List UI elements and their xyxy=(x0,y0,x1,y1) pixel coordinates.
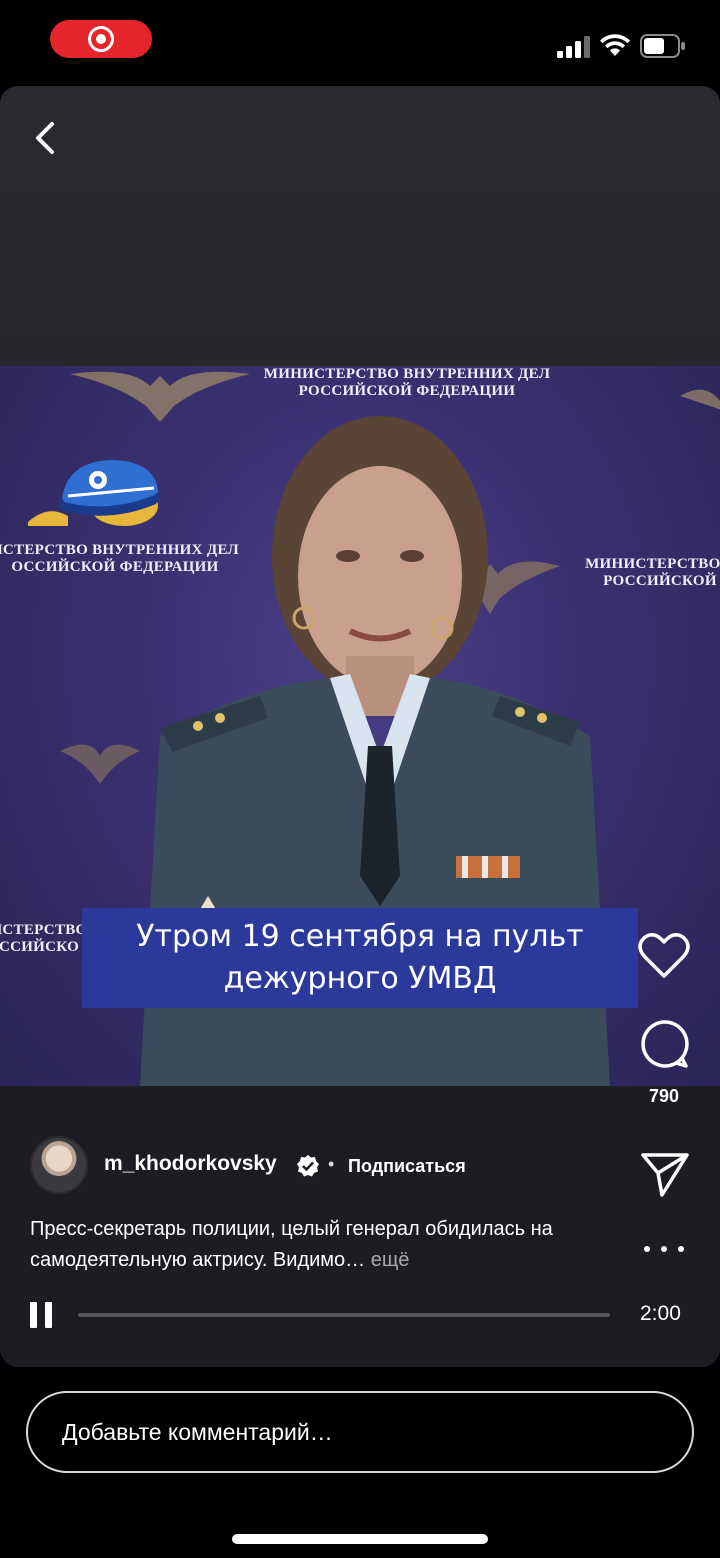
more-horizontal-icon[interactable] xyxy=(644,1236,684,1262)
avatar[interactable] xyxy=(30,1136,88,1194)
eagle-emblem-icon xyxy=(680,389,720,410)
police-cap-sticker-icon xyxy=(28,460,162,526)
pause-icon[interactable] xyxy=(30,1302,52,1328)
username[interactable]: m_khodorkovsky xyxy=(104,1152,277,1176)
post-description: Пресс-секретарь полиции, целый генерал о… xyxy=(30,1214,630,1276)
video-player[interactable]: МИНИСТЕРСТВО ВНУТРЕННИХ ДЕЛ РОССИЙСКОЙ Ф… xyxy=(0,86,720,1367)
description-text: Пресс-секретарь полиции, целый генерал о… xyxy=(30,1218,553,1271)
separator-dot: • xyxy=(328,1154,335,1174)
battery-icon xyxy=(640,34,685,58)
caption-line: Утром 19 сентября на пульт xyxy=(136,919,584,954)
home-indicator[interactable] xyxy=(232,1534,488,1544)
video-letterbox-top xyxy=(0,86,720,366)
screen-record-icon[interactable] xyxy=(50,20,152,58)
wifi-icon xyxy=(600,34,630,56)
verified-badge-icon xyxy=(297,1155,319,1177)
video-caption: Утром 19 сентября на пульт дежурного УМВ… xyxy=(82,908,638,1008)
follow-button[interactable]: Подписаться xyxy=(348,1156,466,1177)
chevron-left-icon[interactable] xyxy=(26,116,66,160)
comment-input[interactable]: Добавьте комментарий… xyxy=(26,1391,694,1473)
time-remaining: 2:00 xyxy=(640,1302,681,1325)
progress-bar[interactable] xyxy=(78,1313,610,1317)
comment-placeholder: Добавьте комментарий… xyxy=(62,1418,333,1445)
cellular-signal-icon xyxy=(557,36,590,58)
video-frame[interactable]: МИНИСТЕРСТВО ВНУТРЕННИХ ДЕЛ РОССИЙСКОЙ Ф… xyxy=(0,366,720,1086)
backdrop-text: МИНИСТЕРСТВО ВНУТРЕННИХ ДЕЛ РОССИЙСКОЙ Ф… xyxy=(263,366,551,399)
reel-screen: МИНИСТЕРСТВО ВНУТРЕННИХ ДЕЛ РОССИЙСКОЙ Ф… xyxy=(0,0,720,1558)
comment-count: 790 xyxy=(648,1086,680,1106)
caption-line: дежурного УМВД xyxy=(223,961,497,996)
status-bar xyxy=(0,0,720,84)
heart-icon[interactable] xyxy=(638,932,690,980)
send-icon[interactable] xyxy=(640,1151,690,1199)
comment-bubble-icon[interactable] xyxy=(638,1018,690,1070)
backdrop-text: ИСТЕРСТВО ССИЙСКО xyxy=(0,922,88,955)
expand-description-link[interactable]: ещё xyxy=(371,1249,410,1271)
